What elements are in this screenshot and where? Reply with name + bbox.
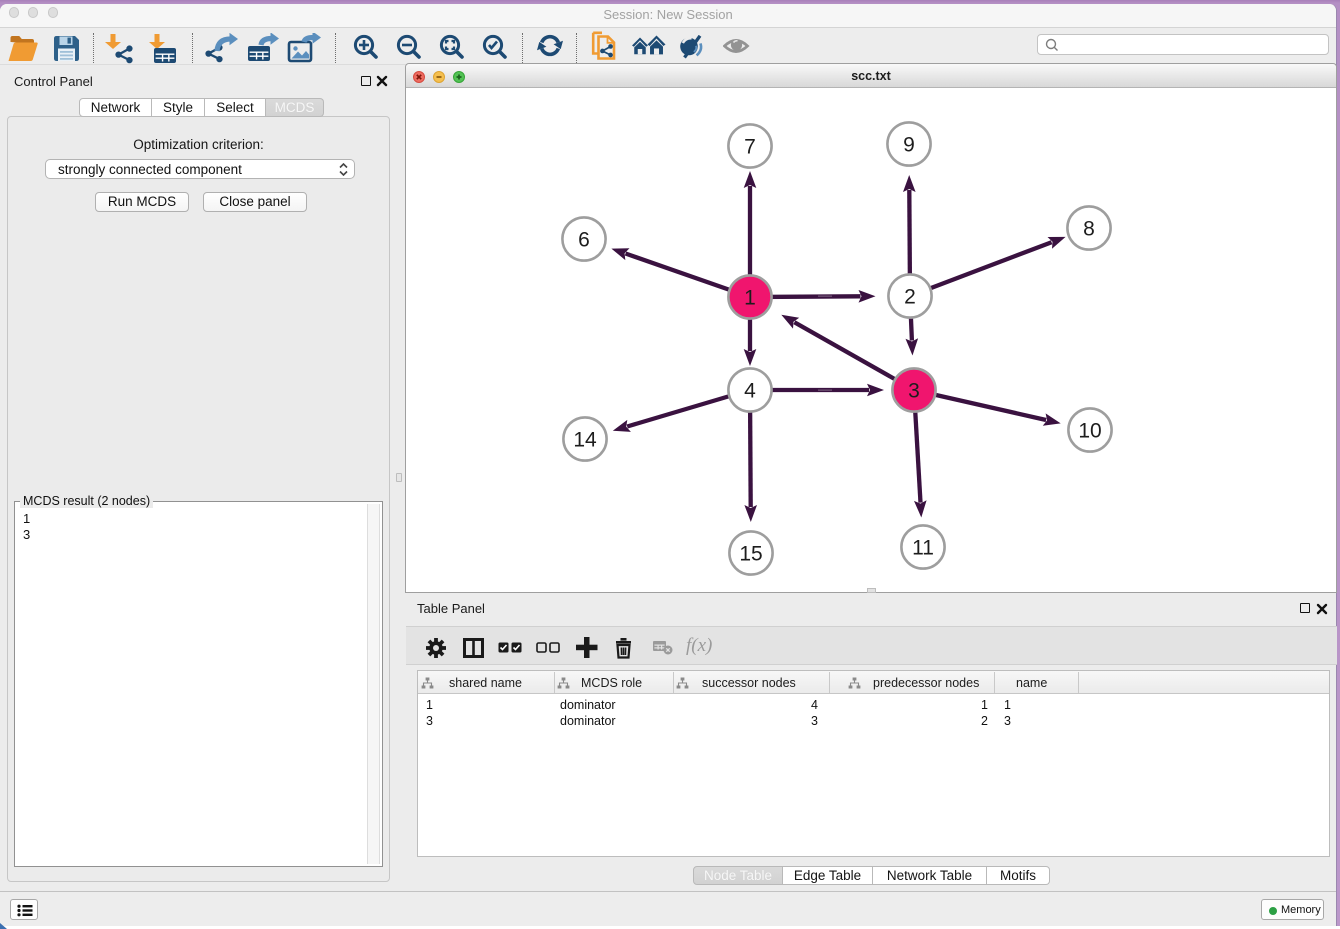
svg-text:11: 11 — [912, 537, 934, 560]
svg-text:2: 2 — [904, 286, 916, 309]
svg-text:1: 1 — [744, 287, 756, 310]
svg-text:4: 4 — [744, 380, 756, 403]
svg-text:8: 8 — [1083, 218, 1095, 241]
svg-text:15: 15 — [739, 543, 762, 566]
svg-text:14: 14 — [573, 429, 597, 452]
svg-text:6: 6 — [578, 229, 590, 252]
svg-text:9: 9 — [903, 134, 915, 157]
svg-text:3: 3 — [908, 380, 920, 403]
svg-text:10: 10 — [1078, 420, 1101, 443]
svg-text:7: 7 — [744, 136, 756, 159]
